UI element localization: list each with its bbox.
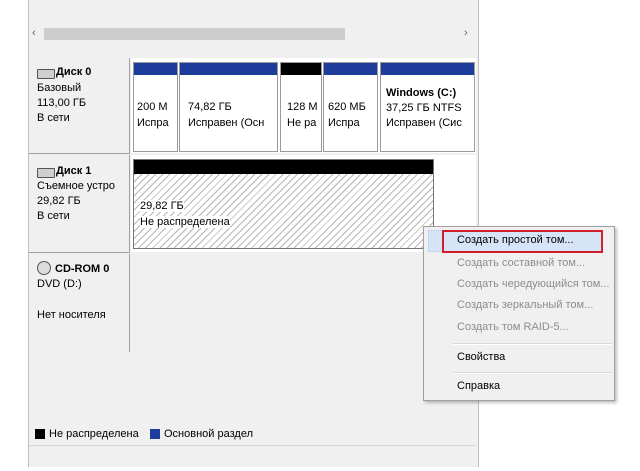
- disk-0-type: Базовый: [37, 82, 82, 94]
- legend-label-unallocated: Не распределена: [49, 428, 139, 440]
- cdrom-0-type: DVD (D:): [37, 278, 82, 290]
- partition-status: Испра: [328, 117, 360, 129]
- partition-status: Испра: [137, 117, 169, 129]
- menu-item-help[interactable]: Справка: [457, 380, 500, 392]
- partition-size: 74,82 ГБ: [188, 101, 232, 113]
- disk-0-partition-windows[interactable]: Windows (C:) 37,25 ГБ NTFS Исправен (Сис: [380, 62, 475, 152]
- partition-size: 200 М: [137, 101, 168, 113]
- disk-0-name: Диск 0: [56, 66, 92, 78]
- disk-1-status: В сети: [37, 210, 70, 222]
- scroll-left-arrow-icon[interactable]: ‹: [32, 27, 36, 39]
- legend-label-primary: Основной раздел: [164, 428, 253, 440]
- disk-0-partition-2[interactable]: 74,82 ГБ Исправен (Осн: [179, 62, 278, 152]
- menu-item-create-striped-volume[interactable]: Создать чередующийся том...: [457, 278, 610, 290]
- disk-1-label[interactable]: Диск 1 Съемное устро 29,82 ГБ В сети: [29, 155, 130, 253]
- menu-separator: [453, 343, 612, 345]
- partition-status: Исправен (Осн: [188, 117, 265, 129]
- scroll-thumb[interactable]: [44, 28, 345, 40]
- legend-swatch-unallocated: [35, 429, 45, 439]
- disk-0-partition-3[interactable]: 128 М Не ра: [280, 62, 322, 152]
- disk-0-size: 113,00 ГБ: [37, 97, 87, 109]
- partition-color-bar: [180, 63, 277, 75]
- partition-color-bar: [381, 63, 474, 75]
- partition-size: 620 МБ: [328, 101, 366, 113]
- disk-1-size: 29,82 ГБ: [37, 195, 81, 207]
- horizontal-scrollbar[interactable]: ‹ ›: [30, 24, 476, 43]
- legend-swatch-primary: [150, 429, 160, 439]
- partition-color-bar: [281, 63, 321, 75]
- menu-separator: [453, 372, 612, 374]
- disk-1-name: Диск 1: [56, 165, 92, 177]
- disk-0-partition-4[interactable]: 620 МБ Испра: [323, 62, 378, 152]
- disk-0-partitions-row: 200 М Испра 74,82 ГБ Исправен (Осн 128 М…: [131, 58, 476, 153]
- disk-0-label[interactable]: Диск 0 Базовый 113,00 ГБ В сети: [29, 58, 130, 154]
- legend: Не распределена Основной раздел: [29, 425, 476, 443]
- hard-disk-icon: [37, 69, 55, 79]
- cdrom-0-name: CD-ROM 0: [55, 263, 110, 275]
- cd-drive-icon: [37, 261, 51, 275]
- menu-item-create-spanned-volume[interactable]: Создать составной том...: [457, 257, 585, 269]
- partition-color-bar: [324, 63, 377, 75]
- highlight-callout-box: [442, 230, 603, 253]
- menu-item-create-raid5-volume[interactable]: Создать том RAID-5...: [457, 321, 569, 333]
- cdrom-0-status: Нет носителя: [37, 309, 106, 321]
- disk-0-status: В сети: [37, 112, 70, 124]
- partition-size: 37,25 ГБ NTFS: [386, 102, 462, 114]
- partition-status: Не распределена: [140, 216, 230, 228]
- removable-disk-icon: [37, 168, 55, 178]
- disk-0-partition-1[interactable]: 200 М Испра: [133, 62, 178, 152]
- scroll-right-arrow-icon[interactable]: ›: [464, 27, 468, 39]
- disk-1-unallocated[interactable]: 29,82 ГБ Не распределена: [133, 159, 434, 249]
- cdrom-0-label[interactable]: CD-ROM 0 DVD (D:) Нет носителя: [29, 254, 130, 352]
- partition-color-bar: [134, 160, 433, 174]
- partition-color-bar: [134, 63, 177, 75]
- menu-item-create-mirrored-volume[interactable]: Создать зеркальный том...: [457, 299, 593, 311]
- partition-size: 128 М: [287, 101, 318, 113]
- partition-status: Не ра: [287, 117, 317, 129]
- menu-item-properties[interactable]: Свойства: [457, 351, 505, 363]
- status-bar: [29, 445, 476, 466]
- partition-title: Windows (C:): [386, 87, 457, 99]
- partition-status: Исправен (Сис: [386, 117, 462, 129]
- partition-size: 29,82 ГБ: [140, 200, 184, 212]
- disk-1-type: Съемное устро: [37, 180, 116, 192]
